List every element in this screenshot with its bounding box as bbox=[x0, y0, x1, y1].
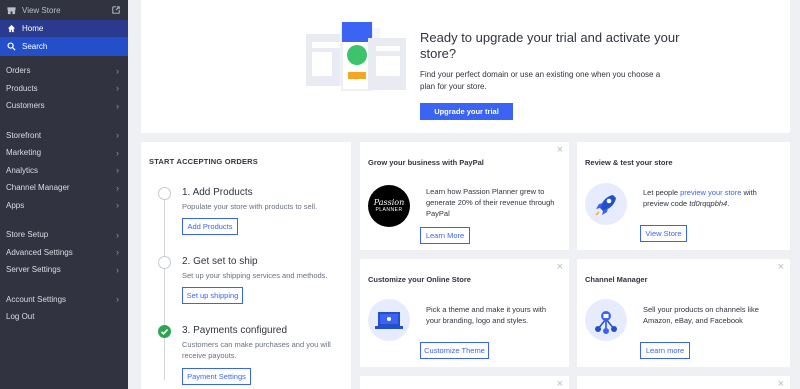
check-circle-icon bbox=[158, 325, 171, 338]
sidebar-item-customers[interactable]: Customers › bbox=[0, 97, 128, 115]
chevron-right-icon: › bbox=[116, 182, 119, 193]
card-title: Channel Manager bbox=[585, 275, 648, 284]
step-title: 3. Payments configured bbox=[182, 325, 288, 336]
chevron-right-icon: › bbox=[116, 229, 119, 240]
step-title: 1. Add Products bbox=[182, 187, 253, 198]
chevron-right-icon: › bbox=[116, 264, 119, 275]
learn-more-button[interactable]: Learn More bbox=[420, 227, 470, 244]
upgrade-illustration bbox=[306, 22, 406, 91]
card-title: Customize your Online Store bbox=[368, 275, 471, 284]
step-payments: 3. Payments configured Customers can mak… bbox=[158, 325, 348, 370]
preview-store-link[interactable]: preview your store bbox=[680, 188, 741, 197]
view-store-button[interactable]: View Store bbox=[640, 225, 687, 242]
channels-network-icon bbox=[585, 299, 627, 341]
search-icon bbox=[7, 42, 16, 51]
step-title: 2. Get set to ship bbox=[182, 256, 258, 267]
home-icon bbox=[7, 24, 16, 33]
card-title: Grow your business with PayPal bbox=[368, 158, 484, 167]
chevron-right-icon: › bbox=[116, 130, 119, 141]
sidebar-item-channel-manager[interactable]: Channel Manager › bbox=[0, 179, 128, 197]
card-title: Review & test your store bbox=[585, 158, 673, 167]
upgrade-trial-button[interactable]: Upgrade your trial bbox=[420, 103, 513, 120]
chevron-right-icon: › bbox=[116, 65, 119, 76]
panel-title: START ACCEPTING ORDERS bbox=[149, 157, 258, 166]
step-description: Customers can make purchases and you wil… bbox=[182, 340, 331, 360]
paypal-card: Grow your business with PayPal × Passion… bbox=[360, 142, 569, 250]
learn-more-button[interactable]: Learn more bbox=[640, 342, 690, 359]
chevron-right-icon: › bbox=[116, 100, 119, 111]
close-icon[interactable]: × bbox=[557, 262, 563, 273]
sidebar-item-log-out[interactable]: Log Out bbox=[0, 308, 128, 326]
sidebar-item-advanced-settings[interactable]: Advanced Settings › bbox=[0, 244, 128, 262]
step-status-circle-icon bbox=[158, 187, 171, 200]
card-partial: × bbox=[577, 376, 790, 389]
chevron-right-icon: › bbox=[116, 165, 119, 176]
view-store-link[interactable]: View Store bbox=[0, 0, 128, 20]
review-store-card: Review & test your store Let people prev… bbox=[577, 142, 790, 250]
customize-store-card: Customize your Online Store × Pick a the… bbox=[360, 259, 569, 367]
external-link-icon[interactable] bbox=[112, 6, 120, 14]
card-description: Learn how Passion Planner grew to genera… bbox=[426, 187, 555, 218]
set-up-shipping-button[interactable]: Set up shipping bbox=[182, 287, 243, 304]
chevron-right-icon: › bbox=[116, 83, 119, 94]
card-description: Pick a theme and make it yours with your… bbox=[426, 305, 547, 325]
payment-settings-button[interactable]: Payment Settings bbox=[182, 368, 251, 385]
sidebar-item-server-settings[interactable]: Server Settings › bbox=[0, 261, 128, 279]
step-description: Populate your store with products to sel… bbox=[182, 202, 318, 211]
sidebar-item-search[interactable]: Search bbox=[0, 37, 128, 56]
close-icon[interactable]: × bbox=[557, 379, 563, 389]
sidebar-item-orders[interactable]: Orders › bbox=[0, 62, 128, 80]
card-description: Let people preview your store with previ… bbox=[643, 188, 757, 208]
start-accepting-orders-panel: START ACCEPTING ORDERS 1. Add Products P… bbox=[141, 142, 351, 389]
sidebar-item-analytics[interactable]: Analytics › bbox=[0, 162, 128, 180]
passion-planner-logo: Passion PLANNER bbox=[368, 185, 410, 227]
chevron-right-icon: › bbox=[116, 200, 119, 211]
channel-manager-card: Channel Manager × Sell your products on … bbox=[577, 259, 790, 367]
sidebar-item-products[interactable]: Products › bbox=[0, 80, 128, 98]
banner-title: Ready to upgrade your trial and activate… bbox=[420, 30, 680, 61]
chevron-right-icon: › bbox=[116, 147, 119, 158]
sidebar-item-label: Search bbox=[22, 42, 48, 51]
view-store-label: View Store bbox=[22, 5, 61, 15]
close-icon[interactable]: × bbox=[557, 145, 563, 156]
sidebar-item-home[interactable]: Home bbox=[0, 20, 128, 37]
add-products-button[interactable]: Add Products bbox=[182, 218, 238, 235]
storefront-icon bbox=[7, 6, 16, 14]
preview-code: td0rqqpbh4 bbox=[689, 199, 728, 208]
customize-theme-button[interactable]: Customize Theme bbox=[420, 342, 489, 359]
step-status-circle-icon bbox=[158, 256, 171, 269]
close-icon[interactable]: × bbox=[778, 379, 784, 389]
step-description: Set up your shipping services and method… bbox=[182, 271, 328, 280]
sidebar-item-account-settings[interactable]: Account Settings › bbox=[0, 291, 128, 309]
upgrade-banner: Ready to upgrade your trial and activate… bbox=[141, 0, 790, 133]
banner-description: Find your perfect domain or use an exist… bbox=[420, 70, 661, 91]
sidebar-item-label: Home bbox=[22, 24, 44, 33]
chevron-right-icon: › bbox=[116, 294, 119, 305]
close-icon[interactable]: × bbox=[778, 262, 784, 273]
card-partial: × bbox=[360, 376, 569, 389]
sidebar-item-marketing[interactable]: Marketing › bbox=[0, 144, 128, 162]
laptop-icon bbox=[368, 299, 410, 341]
rocket-icon bbox=[585, 183, 627, 225]
sidebar-item-store-setup[interactable]: Store Setup › bbox=[0, 226, 128, 244]
sidebar-item-storefront[interactable]: Storefront › bbox=[0, 127, 128, 145]
card-description: Sell your products on channels like Amaz… bbox=[643, 305, 759, 325]
sidebar-item-apps[interactable]: Apps › bbox=[0, 197, 128, 215]
chevron-right-icon: › bbox=[116, 247, 119, 258]
sidebar: View Store Home Search Orders › Products ›… bbox=[0, 0, 128, 389]
